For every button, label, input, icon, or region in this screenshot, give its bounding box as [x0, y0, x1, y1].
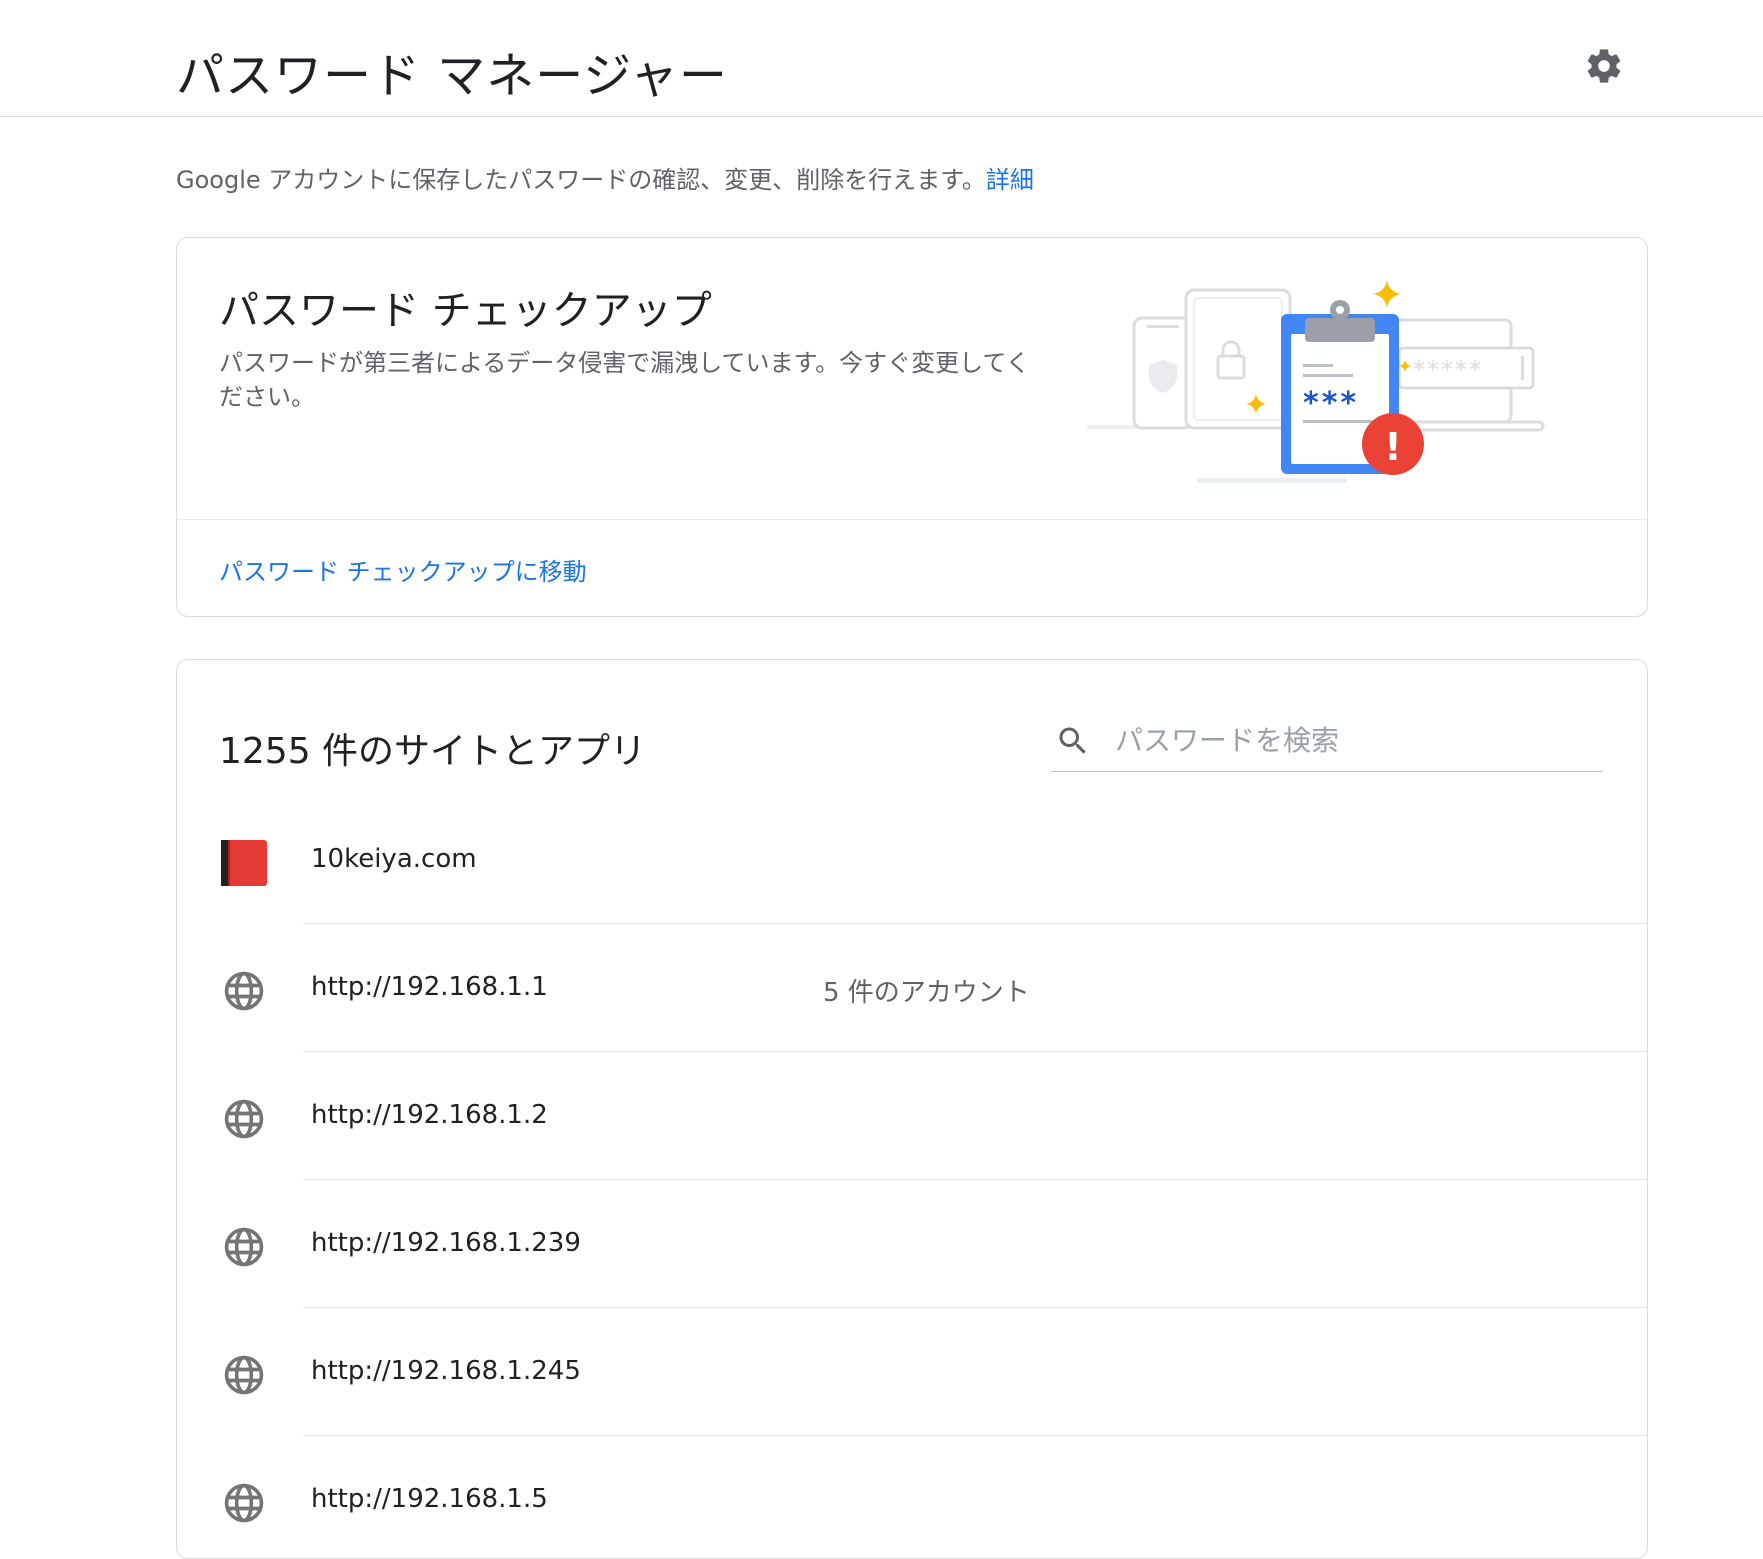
search-icon [1053, 721, 1093, 761]
site-name: http://192.168.1.239 [311, 1228, 581, 1258]
globe-icon [219, 1478, 269, 1528]
globe-icon [219, 1222, 269, 1272]
sparkle-graphic [1373, 280, 1401, 308]
details-link[interactable]: 詳細 [986, 166, 1034, 194]
checkup-illustration: ***** *** ! [1077, 268, 1597, 498]
gear-icon [1584, 46, 1624, 90]
list-item[interactable]: http://192.168.1.239 [177, 1180, 1647, 1308]
app-title: パスワード マネージャー [176, 48, 728, 104]
site-name: http://192.168.1.2 [311, 1100, 548, 1130]
site-name: http://192.168.1.5 [311, 1484, 548, 1514]
list-item[interactable]: http://192.168.1.2 [177, 1052, 1647, 1180]
globe-icon [219, 1350, 269, 1400]
site-name: http://192.168.1.1 [311, 972, 548, 1002]
password-list: 10keiya.com http://192.168.1.1 5 件のアカウント [177, 796, 1647, 1558]
site-name: http://192.168.1.245 [311, 1356, 581, 1386]
globe-icon [219, 966, 269, 1016]
intro-text: Google アカウントに保存したパスワードの確認、変更、削除を行えます。詳細 [176, 160, 1034, 195]
password-checkup-card: パスワード チェックアップ パスワードが第三者によるデータ侵害で漏洩しています。… [176, 237, 1648, 617]
checkup-title: パスワード チェックアップ [219, 288, 712, 334]
settings-button[interactable] [1580, 44, 1628, 92]
site-name: 10keiya.com [311, 844, 477, 874]
svg-text:!: ! [1384, 425, 1401, 469]
svg-text:*****: ***** [1413, 356, 1483, 384]
red-book-favicon [219, 838, 269, 888]
account-count: 5 件のアカウント [823, 978, 1030, 1008]
svg-text:***: *** [1303, 386, 1359, 421]
list-item[interactable]: http://192.168.1.5 [177, 1436, 1647, 1558]
list-item[interactable]: http://192.168.1.1 5 件のアカウント [177, 924, 1647, 1052]
saved-passwords-card: 1255 件のサイトとアプリ 10keiya.com [176, 659, 1648, 1559]
app-header: パスワード マネージャー [0, 0, 1763, 117]
list-item[interactable]: 10keiya.com [177, 796, 1647, 924]
intro-description: Google アカウントに保存したパスワードの確認、変更、削除を行えます。 [176, 166, 986, 194]
search-box [1051, 710, 1603, 772]
globe-icon [219, 1094, 269, 1144]
search-input[interactable] [1113, 723, 1573, 758]
saved-count-title: 1255 件のサイトとアプリ [219, 731, 647, 772]
go-to-checkup-link[interactable]: パスワード チェックアップに移動 [219, 552, 587, 587]
checkup-description: パスワードが第三者によるデータ侵害で漏洩しています。今すぐ変更してください。 [219, 349, 1030, 411]
list-item[interactable]: http://192.168.1.245 [177, 1308, 1647, 1436]
card-divider [177, 519, 1647, 520]
